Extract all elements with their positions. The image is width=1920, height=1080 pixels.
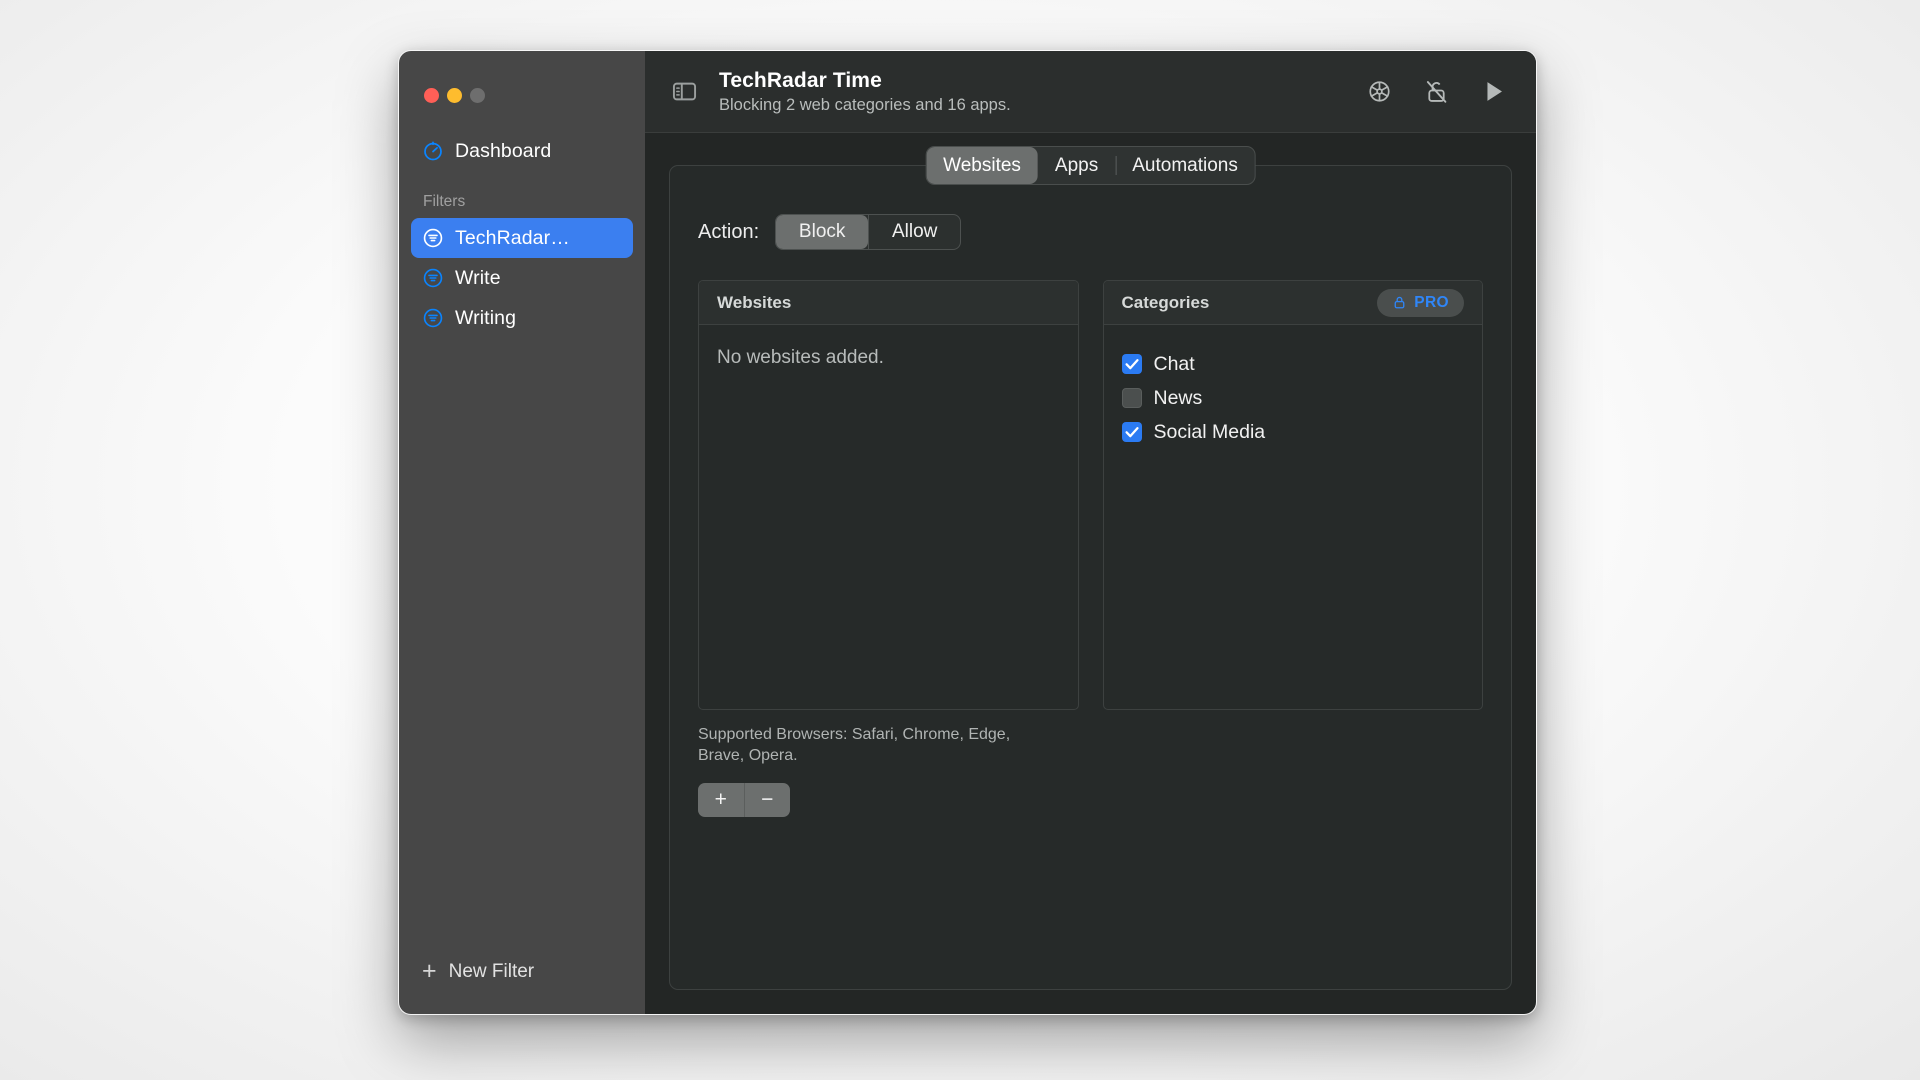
card-body: Action: Block Allow Websites No websites… [670, 166, 1511, 817]
main-area: TechRadar Time Blocking 2 web categories… [645, 51, 1536, 1014]
close-button[interactable] [424, 87, 439, 103]
filter-icon [422, 307, 444, 329]
action-option-label: Block [798, 221, 846, 242]
screen-background: Dashboard Filters TechRadar… Write Writi… [0, 0, 1920, 1080]
checkbox-checked-icon[interactable] [1121, 422, 1142, 442]
title-block: TechRadar Time Blocking 2 web categories… [719, 68, 1344, 116]
settings-button[interactable] [1364, 77, 1394, 107]
play-icon [1479, 77, 1508, 106]
websites-panel-header: Websites [699, 281, 1078, 325]
website-add-remove-group: + − [698, 782, 791, 817]
categories-panel: Categories PRO Chat News Social Media [1102, 280, 1483, 710]
panels-row: Websites No websites added. Categories P… [698, 280, 1483, 710]
start-button[interactable] [1478, 77, 1508, 107]
sidebar-item-writing[interactable]: Writing [411, 298, 633, 338]
sidebar: Dashboard Filters TechRadar… Write Writi… [399, 51, 645, 1014]
sidebar-item-techradar[interactable]: TechRadar… [411, 218, 633, 258]
lock-slash-icon [1423, 78, 1450, 105]
categories-list: Chat News Social Media [1104, 325, 1483, 709]
pro-badge[interactable]: PRO [1377, 288, 1464, 317]
sidebar-nav: Dashboard Filters TechRadar… Write Writi… [399, 111, 645, 338]
unlock-button[interactable] [1421, 77, 1451, 107]
minimize-button[interactable] [447, 87, 462, 103]
content-area: Websites Apps Automations Action: Block … [645, 133, 1536, 1014]
app-window: Dashboard Filters TechRadar… Write Writi… [398, 50, 1537, 1015]
websites-panel-title: Websites [717, 292, 792, 312]
remove-website-button[interactable]: − [743, 782, 791, 817]
window-traffic-lights [399, 51, 645, 111]
tab-label: Websites [943, 154, 1021, 176]
category-row-chat[interactable]: Chat [1121, 347, 1465, 381]
category-row-news[interactable]: News [1121, 381, 1465, 415]
page-subtitle: Blocking 2 web categories and 16 apps. [719, 95, 1011, 114]
add-website-button[interactable]: + [698, 783, 744, 817]
supported-browsers-note: Supported Browsers: Safari, Chrome, Edge… [698, 726, 1011, 765]
action-option-label: Allow [891, 221, 938, 242]
action-label: Action: [698, 220, 760, 243]
checkbox-unchecked-icon[interactable] [1121, 388, 1142, 408]
tab-label: Automations [1132, 154, 1238, 176]
action-option-allow[interactable]: Allow [868, 215, 960, 249]
toolbar: TechRadar Time Blocking 2 web categories… [645, 51, 1536, 133]
tab-automations[interactable]: Automations [1115, 147, 1255, 184]
action-row: Action: Block Allow [698, 214, 1483, 250]
websites-panel: Websites No websites added. [698, 280, 1079, 710]
action-segmented-control: Block Allow [775, 214, 962, 250]
tab-bar: Websites Apps Automations [925, 146, 1256, 185]
category-label: Chat [1153, 352, 1195, 375]
categories-panel-title: Categories [1121, 292, 1210, 312]
category-row-social-media[interactable]: Social Media [1121, 415, 1465, 449]
toolbar-actions [1364, 77, 1514, 107]
zoom-button[interactable] [470, 87, 485, 103]
tab-apps[interactable]: Apps [1038, 147, 1115, 184]
filter-card: Websites Apps Automations Action: Block … [669, 146, 1512, 990]
new-filter-label: New Filter [448, 961, 535, 982]
pro-badge-label: PRO [1414, 293, 1449, 311]
checkbox-checked-icon[interactable] [1121, 354, 1142, 374]
remove-website-label: − [761, 787, 774, 811]
add-website-label: + [714, 787, 727, 811]
sidebar-toggle-icon [671, 78, 698, 105]
category-label: Social Media [1153, 420, 1266, 443]
plus-icon: + [422, 956, 437, 985]
action-option-block[interactable]: Block [776, 215, 869, 249]
category-label: News [1153, 386, 1203, 409]
filter-icon [422, 267, 444, 289]
new-filter-button[interactable]: + New Filter [411, 954, 545, 990]
sidebar-item-label: Write [455, 266, 501, 289]
categories-panel-header: Categories PRO [1103, 281, 1482, 325]
page-title: TechRadar Time [719, 68, 882, 92]
filter-icon [422, 227, 444, 249]
sidebar-item-label: TechRadar… [455, 226, 570, 249]
timer-icon [422, 140, 444, 162]
sidebar-item-dashboard[interactable]: Dashboard [411, 131, 633, 171]
gear-icon [1366, 78, 1393, 105]
tab-label: Apps [1054, 154, 1099, 176]
sidebar-item-write[interactable]: Write [411, 258, 633, 298]
lock-icon [1392, 294, 1407, 311]
websites-empty-message: No websites added. [717, 347, 884, 368]
sidebar-item-label: Writing [455, 306, 517, 329]
websites-list[interactable]: No websites added. [699, 325, 1078, 709]
tab-websites[interactable]: Websites [926, 147, 1038, 184]
sidebar-section-filters: Filters [423, 193, 466, 210]
sidebar-item-label: Dashboard [455, 139, 552, 162]
sidebar-toggle-button[interactable] [669, 77, 699, 107]
